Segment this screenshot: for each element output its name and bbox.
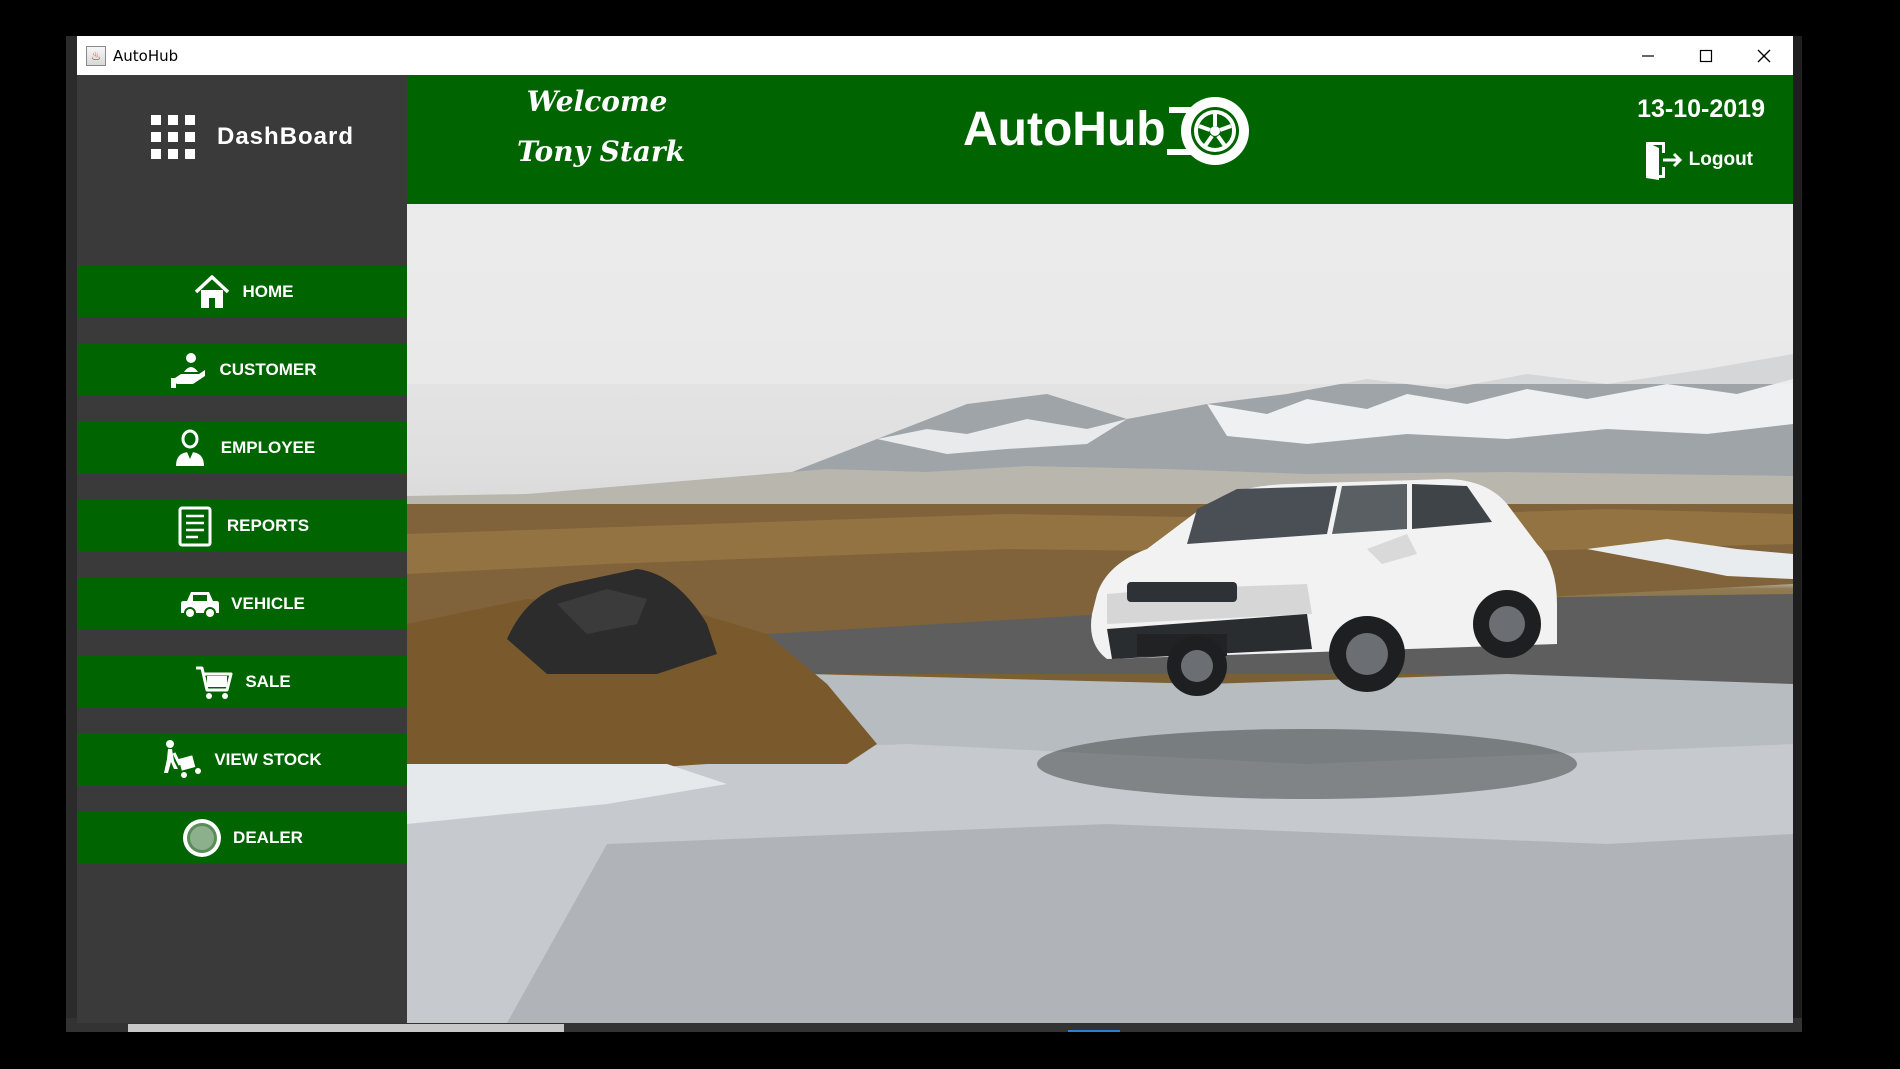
logout-button[interactable]: Logout <box>1643 139 1753 181</box>
title-bar[interactable]: ♨ AutoHub <box>77 36 1793 75</box>
taskbar-indicator <box>1068 1030 1120 1032</box>
maximize-icon <box>1699 49 1713 62</box>
nav-vehicle-label: VEHICLE <box>231 594 305 613</box>
hero-image <box>407 204 1793 1023</box>
nav-home-label: HOME <box>242 282 294 301</box>
header-bar: Welcome Tony Stark AutoHub 13-10-2019 Lo <box>407 75 1793 204</box>
cart-icon <box>193 661 235 703</box>
user-name: Tony Stark <box>516 135 686 168</box>
nav-sale-button[interactable]: SALE <box>77 656 407 708</box>
brand-title: AutoHub <box>963 103 1166 156</box>
window-controls <box>1619 36 1793 75</box>
horizontal-scrollbar-thumb[interactable] <box>128 1024 564 1032</box>
nav-customer-button[interactable]: CUSTOMER <box>77 344 407 396</box>
window-title: AutoHub <box>113 46 179 65</box>
nav-dealer-label: DEALER <box>233 828 303 847</box>
current-date: 13-10-2019 <box>1637 95 1765 123</box>
apps-grid-icon <box>151 115 195 159</box>
nav-dealer-button[interactable]: DEALER <box>77 812 407 864</box>
car-icon <box>179 583 221 625</box>
reports-icon <box>175 505 217 547</box>
nav-reports-label: REPORTS <box>226 516 310 535</box>
nav-view-stock-label: VIEW STOCK <box>214 750 322 769</box>
java-app-icon: ♨ <box>86 45 106 66</box>
minimize-button[interactable] <box>1619 36 1677 75</box>
app-window: ♨ AutoHub DashBoard HOME CUSTOMER EMPLOY… <box>77 36 1793 1023</box>
nav-employee-button[interactable]: EMPLOYEE <box>77 422 407 474</box>
nav-sale-label: SALE <box>245 672 291 691</box>
tire-logo-icon <box>1167 97 1249 165</box>
logout-label: Logout <box>1688 149 1753 170</box>
nav-home-button[interactable]: HOME <box>77 266 407 318</box>
dashboard-label: DashBoard <box>217 123 355 150</box>
dealer-badge-icon <box>181 817 223 859</box>
nav-view-stock-button[interactable]: VIEW STOCK <box>77 734 407 786</box>
nav-customer-label: CUSTOMER <box>219 360 317 379</box>
minimize-icon <box>1642 54 1654 57</box>
logout-door-icon <box>1645 142 1682 180</box>
welcome-text: Welcome <box>526 85 668 118</box>
close-icon <box>1757 49 1771 62</box>
dashboard-header: DashBoard <box>151 115 354 159</box>
employee-icon <box>169 427 211 469</box>
nav-reports-button[interactable]: REPORTS <box>77 500 407 552</box>
home-icon <box>191 271 233 313</box>
sidebar: DashBoard HOME CUSTOMER EMPLOYEE REPORTS… <box>77 75 407 1023</box>
nav-vehicle-button[interactable]: VEHICLE <box>77 578 407 630</box>
customer-icon <box>168 349 210 391</box>
stock-trolley-icon <box>162 739 204 781</box>
nav-employee-label: EMPLOYEE <box>220 438 316 457</box>
maximize-button[interactable] <box>1677 36 1735 75</box>
close-button[interactable] <box>1735 36 1793 75</box>
